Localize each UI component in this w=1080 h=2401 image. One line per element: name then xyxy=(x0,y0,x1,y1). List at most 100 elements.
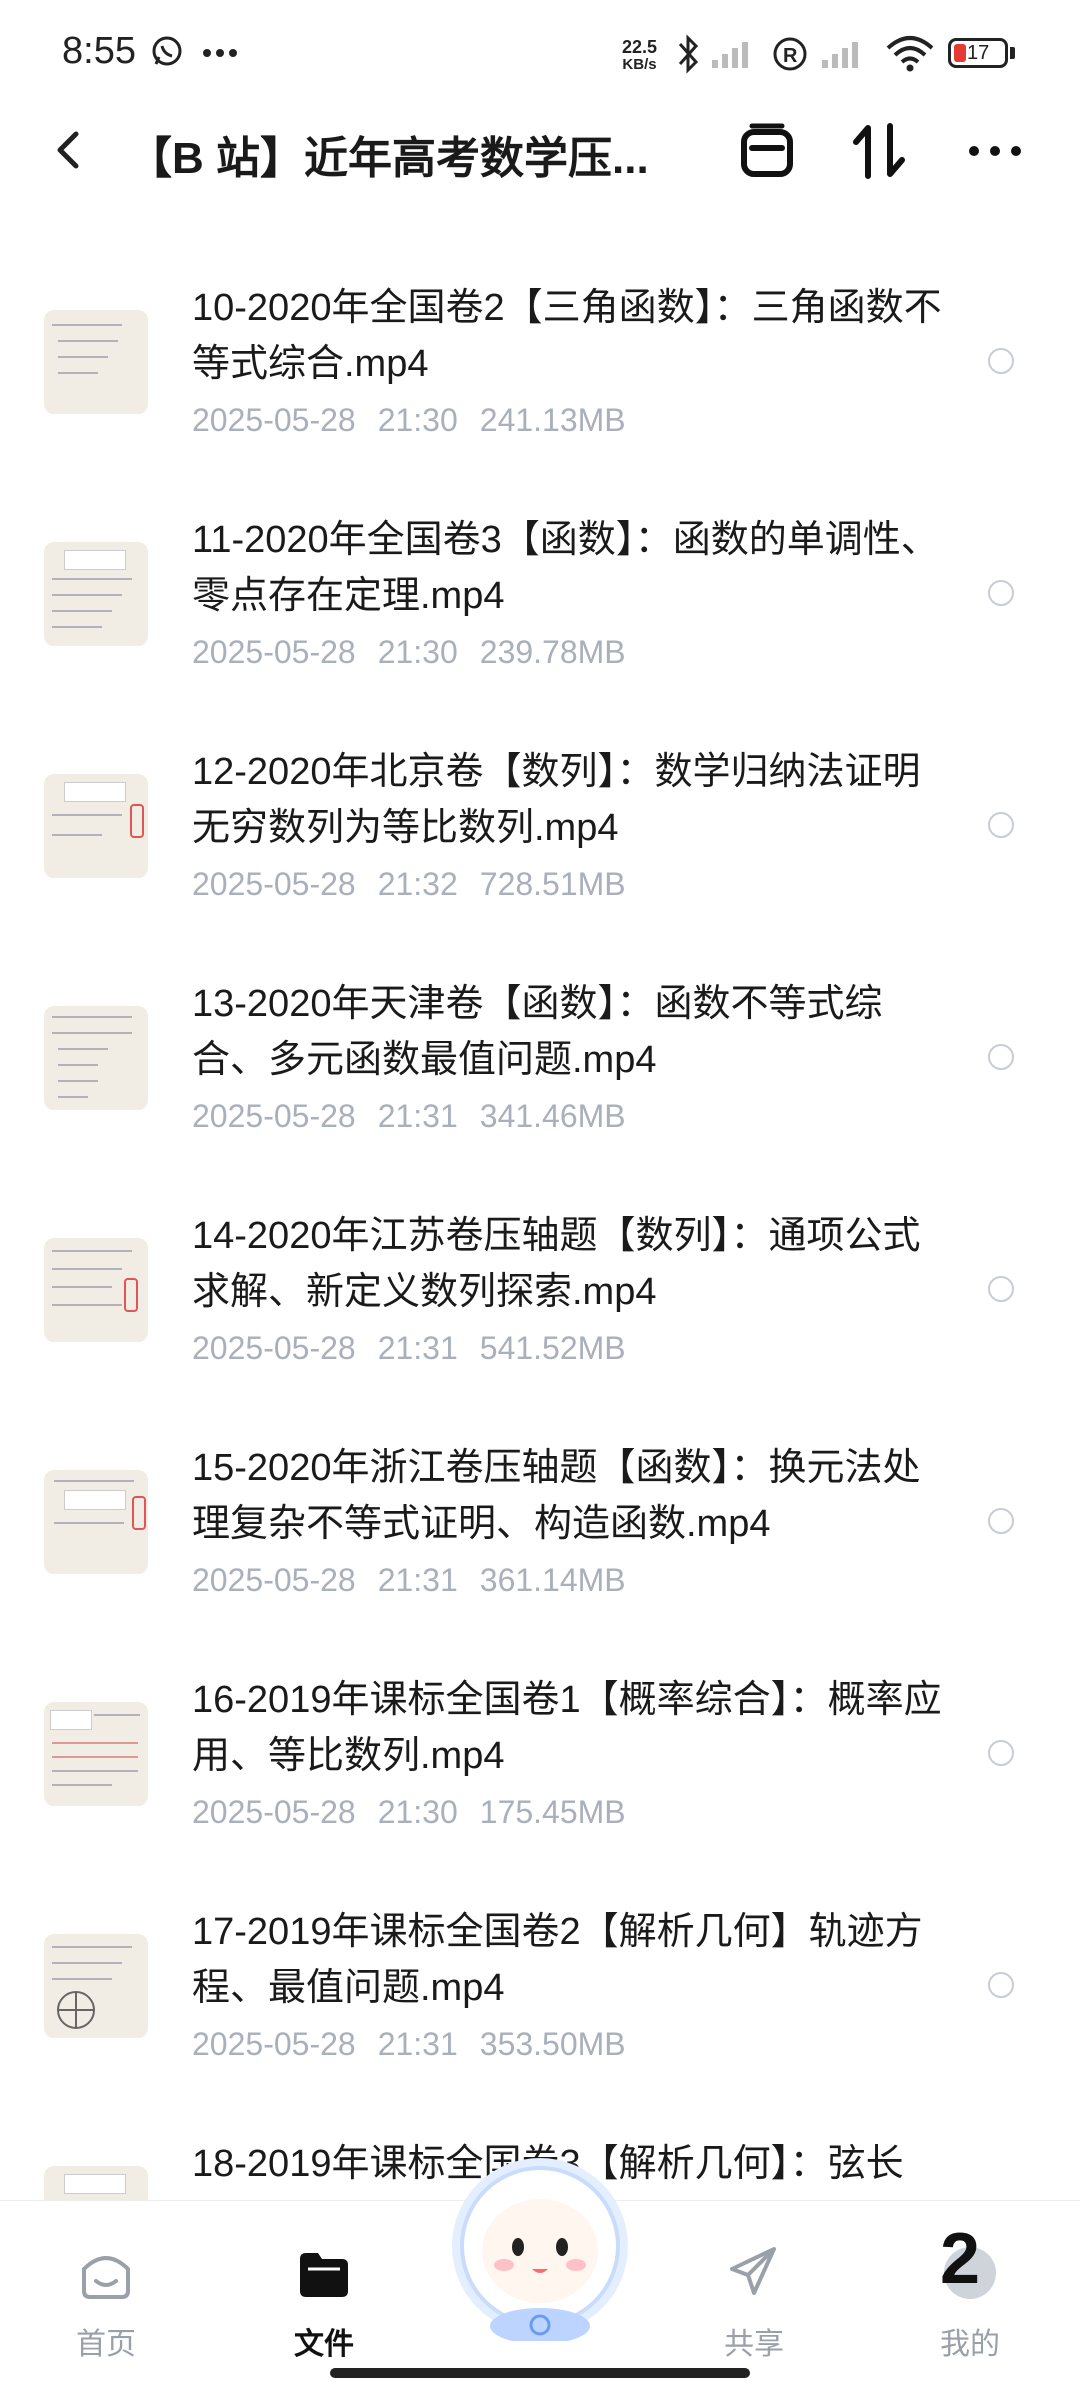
network-speed: 22.5 KB/s xyxy=(622,38,657,74)
file-item[interactable]: 13-2020年天津卷【函数】：函数不等式综合、多元函数最值问题.mp4 202… xyxy=(0,928,1080,1160)
select-radio[interactable] xyxy=(988,1508,1014,1534)
file-name: 10-2020年全国卷2【三角函数】：三角函数不等式综合.mp4 xyxy=(192,287,942,385)
file-meta: 2025-05-28 21:30 175.45MB xyxy=(192,1794,626,1831)
file-date: 2025-05-28 xyxy=(192,1330,356,1366)
file-name: 15-2020年浙江卷压轴题【函数】：换元法处理复杂不等式证明、构造函数.mp4 xyxy=(192,1447,921,1545)
video-thumbnail xyxy=(44,1238,148,1342)
select-radio[interactable] xyxy=(988,580,1014,606)
video-thumbnail xyxy=(44,310,148,414)
file-time: 21:30 xyxy=(377,1794,458,1830)
file-item[interactable]: 17-2019年课标全国卷2【解析几何】轨迹方程、最值问题.mp4 2025-0… xyxy=(0,1856,1080,2088)
file-name: 16-2019年课标全国卷1【概率综合】：概率应用、等比数列.mp4 xyxy=(192,1679,942,1777)
file-size: 239.78MB xyxy=(479,634,626,670)
folder-icon xyxy=(300,2253,348,2297)
file-time: 21:30 xyxy=(377,634,458,670)
signal-icon xyxy=(712,42,748,68)
bluetooth-icon xyxy=(678,34,699,74)
select-radio[interactable] xyxy=(988,1740,1014,1766)
file-meta: 2025-05-28 21:30 239.78MB xyxy=(192,634,626,671)
select-radio[interactable] xyxy=(988,348,1014,374)
file-meta: 2025-05-28 21:30 241.13MB xyxy=(192,402,626,439)
svg-text:R: R xyxy=(783,45,798,67)
network-speed-value: 22.5 xyxy=(622,37,658,57)
file-date: 2025-05-28 xyxy=(192,866,356,902)
file-meta: 2025-05-28 21:32 728.51MB xyxy=(192,866,626,903)
select-box-icon[interactable] xyxy=(734,118,800,184)
file-size: 175.45MB xyxy=(479,1794,626,1830)
sort-icon[interactable] xyxy=(846,118,912,184)
file-meta: 2025-05-28 21:31 341.46MB xyxy=(192,1098,626,1135)
video-thumbnail xyxy=(44,542,148,646)
file-name: 12-2020年北京卷【数列】：数学归纳法证明无穷数列为等比数列.mp4 xyxy=(192,751,921,849)
status-bar: 8:55 22.5 KB/s R 17 xyxy=(0,0,1080,100)
home-icon xyxy=(82,2256,130,2299)
battery-icon: 17 xyxy=(948,38,1008,68)
send-icon xyxy=(730,2247,776,2295)
home-indicator[interactable] xyxy=(330,2368,750,2378)
network-speed-unit: KB/s xyxy=(622,56,657,73)
file-date: 2025-05-28 xyxy=(192,1562,356,1598)
nav-home-label: 首页 xyxy=(76,2328,136,2361)
file-item[interactable]: 15-2020年浙江卷压轴题【函数】：换元法处理复杂不等式证明、构造函数.mp4… xyxy=(0,1392,1080,1624)
select-radio[interactable] xyxy=(988,812,1014,838)
chevron-left-icon[interactable] xyxy=(40,120,100,180)
file-name: 11-2020年全国卷3【函数】：函数的单调性、零点存在定理.mp4 xyxy=(192,519,939,617)
file-size: 341.46MB xyxy=(479,1098,626,1134)
file-name: 13-2020年天津卷【函数】：函数不等式综合、多元函数最值问题.mp4 xyxy=(192,983,883,1081)
file-time: 21:30 xyxy=(377,402,458,438)
roaming-icon: R xyxy=(773,37,807,71)
video-thumbnail xyxy=(44,2166,148,2200)
file-date: 2025-05-28 xyxy=(192,634,356,670)
top-app-bar: 【B 站】近年高考数学压... xyxy=(0,100,1080,200)
file-size: 361.14MB xyxy=(479,1562,626,1598)
file-meta: 2025-05-28 21:31 541.52MB xyxy=(192,1330,626,1367)
nav-share-label: 共享 xyxy=(724,2328,784,2361)
file-meta: 2025-05-28 21:31 353.50MB xyxy=(192,2026,626,2063)
video-thumbnail xyxy=(44,1934,148,2038)
more-dots-icon xyxy=(203,49,237,57)
file-date: 2025-05-28 xyxy=(192,1794,356,1830)
file-time: 21:31 xyxy=(377,1562,458,1598)
battery-tip xyxy=(1010,47,1015,59)
file-date: 2025-05-28 xyxy=(192,1098,356,1134)
file-item[interactable]: 16-2019年课标全国卷1【概率综合】：概率应用、等比数列.mp4 2025-… xyxy=(0,1624,1080,1856)
file-item[interactable]: 14-2020年江苏卷压轴题【数列】：通项公式求解、新定义数列探索.mp4 20… xyxy=(0,1160,1080,1392)
file-size: 728.51MB xyxy=(479,866,626,902)
video-thumbnail xyxy=(44,774,148,878)
file-time: 21:31 xyxy=(377,1098,458,1134)
nav-files-label: 文件 xyxy=(294,2328,354,2361)
nav-share[interactable]: 共享 xyxy=(684,2241,824,2363)
file-list[interactable]: 10-2020年全国卷2【三角函数】：三角函数不等式综合.mp4 2025-05… xyxy=(0,232,1080,2200)
signal-icon-2 xyxy=(822,42,858,68)
video-thumbnail xyxy=(44,1702,148,1806)
video-thumbnail xyxy=(44,1006,148,1110)
nav-profile-label: 我的 xyxy=(940,2328,1000,2361)
select-radio[interactable] xyxy=(988,1972,1014,1998)
select-radio[interactable] xyxy=(988,1044,1014,1070)
file-size: 541.52MB xyxy=(479,1330,626,1366)
file-time: 21:31 xyxy=(377,2026,458,2062)
file-size: 353.50MB xyxy=(479,2026,626,2062)
file-date: 2025-05-28 xyxy=(192,402,356,438)
assistant-mascot-icon[interactable] xyxy=(440,2141,640,2341)
file-item[interactable]: 11-2020年全国卷3【函数】：函数的单调性、零点存在定理.mp4 2025-… xyxy=(0,464,1080,696)
file-date: 2025-05-28 xyxy=(192,2026,356,2062)
file-item[interactable]: 12-2020年北京卷【数列】：数学归纳法证明无穷数列为等比数列.mp4 202… xyxy=(0,696,1080,928)
battery-level: 17 xyxy=(967,42,990,64)
nav-files[interactable]: 文件 xyxy=(254,2241,394,2363)
page-title: 【B 站】近年高考数学压... xyxy=(128,134,649,183)
file-name: 17-2019年课标全国卷2【解析几何】轨迹方程、最值问题.mp4 xyxy=(192,1911,923,2009)
nav-home[interactable]: 首页 xyxy=(36,2241,176,2363)
file-meta: 2025-05-28 21:31 361.14MB xyxy=(192,1562,626,1599)
file-size: 241.13MB xyxy=(479,402,626,438)
select-radio[interactable] xyxy=(988,1276,1014,1302)
profile-badge: 2 xyxy=(940,2219,981,2299)
video-thumbnail xyxy=(44,1470,148,1574)
battery-fill xyxy=(954,44,966,62)
file-name: 14-2020年江苏卷压轴题【数列】：通项公式求解、新定义数列探索.mp4 xyxy=(192,1215,921,1313)
more-icon[interactable] xyxy=(962,118,1028,184)
status-time: 8:55 xyxy=(62,30,136,72)
file-time: 21:32 xyxy=(377,866,458,902)
file-item[interactable]: 10-2020年全国卷2【三角函数】：三角函数不等式综合.mp4 2025-05… xyxy=(0,232,1080,464)
wifi-icon xyxy=(886,36,934,72)
